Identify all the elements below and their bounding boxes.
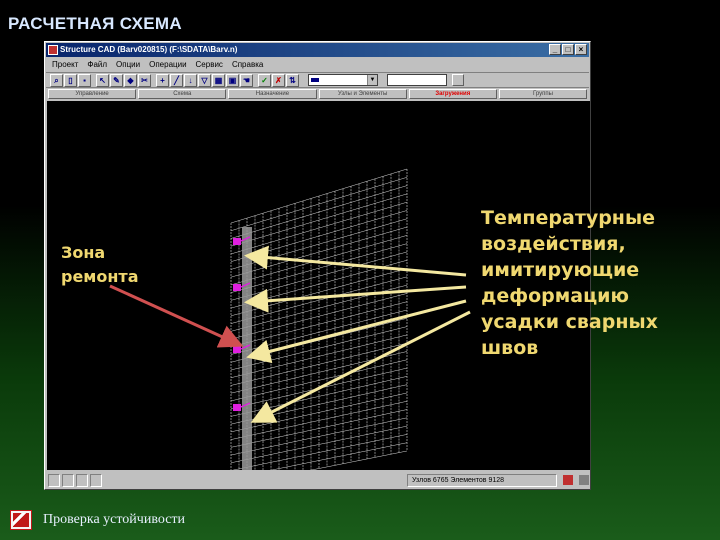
hand-icon[interactable]: ☚ [240,73,253,87]
repair-zone-line: Зона [61,243,106,262]
status-cell [76,473,88,487]
zoom-icon[interactable]: ⌕ [50,73,63,87]
effects-line: воздействия, [481,233,626,255]
menu-file[interactable]: Файл [87,58,107,71]
load-marker [233,238,241,245]
shape-icon[interactable]: ◆ [124,73,137,87]
status-cell [90,473,102,487]
status-counts: Узлов 6765 Элементов 9128 [407,473,557,487]
status-icon [563,475,573,485]
sort-icon[interactable]: ⇅ [286,73,299,87]
scad-app-icon [48,45,58,55]
image-icon[interactable]: ▣ [226,73,239,87]
apply-button[interactable] [452,74,464,86]
maximize-button[interactable]: □ [562,44,574,55]
pen-icon[interactable]: ✎ [110,73,123,87]
status-cell [48,473,60,487]
grid-icon[interactable]: ▦ [212,73,225,87]
menubar: Проект Файл Опции Операции Сервис Справк… [46,58,589,71]
statusbar: Узлов 6765 Элементов 9128 [46,471,589,489]
menu-help[interactable]: Справка [232,58,263,71]
menu-operations[interactable]: Операции [149,58,186,71]
pointer-icon[interactable]: ↖ [96,73,109,87]
loadcase-select[interactable]: ▼ [308,74,378,86]
menu-service[interactable]: Сервис [196,58,223,71]
menu-options[interactable]: Опции [116,58,140,71]
slide-title: РАСЧЕТНАЯ СХЕМА [8,14,182,33]
tab-loads[interactable]: Загружения [408,89,497,99]
toolbar: ⌕ ▯ ▪ ↖ ✎ ◆ ✂ + ╱ ↓ ▽ ▦ ▣ ☚ ✓ ✗ ⇅ ▼ [46,72,589,88]
repair-zone-label: Зона ремонта [61,241,181,289]
load-marker [233,284,241,291]
temperature-effects-label: Температурные воздействия, имитирующие д… [481,205,711,361]
tab-scheme[interactable]: Схема [138,89,227,99]
element-icon[interactable]: ╱ [170,73,183,87]
tab-nodes-elements[interactable]: Узлы и Элементы [318,89,407,99]
status-cell [62,473,74,487]
mesh-lines [230,168,408,487]
footer-text: Проверка устойчивости [43,512,186,527]
save-icon[interactable]: ▪ [78,73,91,87]
tab-control[interactable]: Управление [48,89,137,99]
node-icon[interactable]: + [156,73,169,87]
document-icon[interactable]: ▯ [64,73,77,87]
load-marker [233,346,241,353]
cut-icon[interactable]: ✂ [138,73,151,87]
tab-groups[interactable]: Группы [498,89,588,99]
status-icon [579,475,589,485]
tabbar: Управление Схема Назначение Узлы и Элеме… [46,89,589,100]
check-icon[interactable]: ✓ [258,73,271,87]
slide-logo-icon [10,510,32,530]
cancel-icon[interactable]: ✗ [272,73,285,87]
effects-line: имитирующие [481,259,640,281]
effects-line: деформацию [481,285,629,307]
minimize-button[interactable]: _ [549,44,561,55]
chevron-down-icon[interactable]: ▼ [367,75,377,85]
repair-zone-line: ремонта [61,267,139,286]
effects-line: швов [481,337,539,359]
effects-line: Температурные [481,207,656,229]
effects-line: усадки сварных [481,311,658,333]
window-controls: _ □ × [549,44,587,55]
menu-project[interactable]: Проект [52,58,78,71]
close-button[interactable]: × [575,44,587,55]
load-marker [233,404,241,411]
window-title: Structure CAD (Barv020815) (F:\SDATA\Bar… [60,45,238,54]
filter-icon[interactable]: ▽ [198,73,211,87]
load-icon[interactable]: ↓ [184,73,197,87]
value-field[interactable] [387,74,447,86]
window-titlebar[interactable]: Structure CAD (Barv020815) (F:\SDATA\Bar… [46,43,589,57]
tab-assignment[interactable]: Назначение [228,89,317,99]
